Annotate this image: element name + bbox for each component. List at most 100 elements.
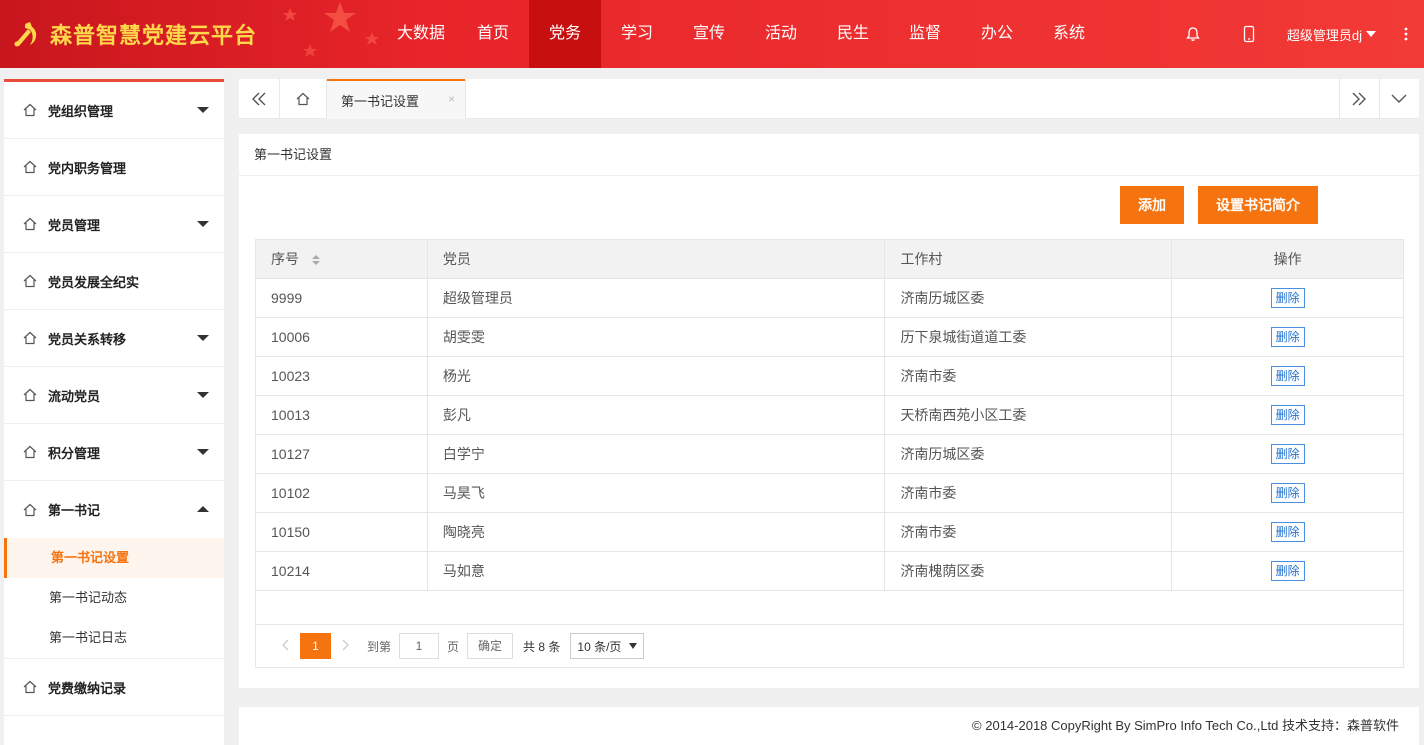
scroll-tabs-left-button[interactable]: [239, 79, 279, 119]
caret-down-icon: [197, 449, 209, 455]
cell-action: 删除: [1171, 395, 1404, 435]
home-icon: [23, 103, 37, 117]
cell-member: 超级管理员: [426, 278, 886, 318]
table-row: 10214 马如意 济南槐荫区委 删除: [255, 551, 1404, 591]
sidebar-subitem-secretary-news[interactable]: 第一书记动态: [4, 578, 224, 618]
pagination: 1 到第 页 确定 共 8 条 10 条/页: [256, 625, 1403, 667]
close-icon[interactable]: ×: [448, 92, 455, 106]
sidebar-subitem-secretary-log[interactable]: 第一书记日志: [4, 618, 224, 658]
caret-down-icon: [197, 221, 209, 227]
nav-item-home[interactable]: 首页: [457, 0, 529, 68]
delete-button[interactable]: 删除: [1270, 561, 1305, 581]
mobile-button[interactable]: [1221, 0, 1277, 68]
nav-item-supervision[interactable]: 监督: [889, 0, 961, 68]
delete-button[interactable]: 删除: [1270, 405, 1305, 425]
nav-item-activities[interactable]: 活动: [745, 0, 817, 68]
sidebar-item-label: 党员发展全纪实: [48, 274, 140, 290]
cell-id: 10013: [255, 395, 428, 435]
prev-page-button[interactable]: [270, 639, 300, 654]
sidebar-item-position-management[interactable]: 党内职务管理: [4, 139, 224, 196]
delete-button[interactable]: 删除: [1270, 483, 1305, 503]
delete-button[interactable]: 删除: [1270, 327, 1305, 347]
cell-village: 济南历城区委: [884, 434, 1173, 474]
column-header-member: 党员: [426, 239, 886, 279]
sidebar-item-points[interactable]: 积分管理: [4, 424, 224, 481]
delete-button[interactable]: 删除: [1270, 444, 1305, 464]
caret-down-icon: [197, 392, 209, 398]
page-size-select[interactable]: 10 条/页: [570, 633, 645, 659]
cell-id: 10127: [255, 434, 428, 474]
notification-button[interactable]: [1165, 0, 1221, 68]
column-header-id[interactable]: 序号: [255, 239, 428, 279]
sidebar-item-org-management[interactable]: 党组织管理: [4, 82, 224, 139]
delete-button[interactable]: 删除: [1270, 366, 1305, 386]
page-label: 页: [447, 639, 460, 654]
nav-item-publicity[interactable]: 宣传: [673, 0, 745, 68]
cell-action: 删除: [1171, 551, 1404, 591]
delete-button[interactable]: 删除: [1270, 288, 1305, 308]
sidebar-item-development-record[interactable]: 党员发展全纪实: [4, 253, 224, 310]
page-footer: © 2014-2018 CopyRight By SimPro Info Tec…: [239, 707, 1419, 745]
nav-item-livelihood[interactable]: 民生: [817, 0, 889, 68]
top-header: 森普智慧党建云平台 大数据 首页 党务 学习 宣传 活动 民生 监督 办公 系统…: [0, 0, 1424, 68]
cell-action: 删除: [1171, 317, 1404, 357]
next-page-button[interactable]: [331, 639, 361, 654]
cell-action: 删除: [1171, 278, 1404, 318]
sidebar-item-member-management[interactable]: 党员管理: [4, 196, 224, 253]
page-button-current[interactable]: 1: [300, 633, 331, 659]
sidebar-submenu: 第一书记设置 第一书记动态 第一书记日志: [4, 538, 224, 659]
sidebar-subitem-secretary-settings[interactable]: 第一书记设置: [4, 538, 224, 578]
table-footer: 1 到第 页 确定 共 8 条 10 条/页: [255, 590, 1404, 668]
nav-item-office[interactable]: 办公: [961, 0, 1033, 68]
sidebar-item-dues-record[interactable]: 党费缴纳记录: [4, 659, 224, 716]
nav-item-study[interactable]: 学习: [601, 0, 673, 68]
sort-icon[interactable]: [311, 254, 321, 266]
sidebar: 党组织管理 党内职务管理 党员管理 党员发展全纪实 党员关系转移 流动党员 积分…: [4, 79, 224, 745]
sidebar-item-relation-transfer[interactable]: 党员关系转移: [4, 310, 224, 367]
table-row: 9999 超级管理员 济南历城区委 删除: [255, 278, 1404, 318]
home-icon: [23, 388, 37, 402]
home-icon: [23, 445, 37, 459]
cell-member: 白学宁: [426, 434, 886, 474]
cell-id: 10023: [255, 356, 428, 396]
cell-village: 济南槐荫区委: [884, 551, 1173, 591]
goto-page-input[interactable]: [399, 633, 440, 659]
home-icon: [23, 274, 37, 288]
sidebar-item-label: 党组织管理: [48, 103, 114, 119]
cell-member: 陶晓亮: [426, 512, 886, 552]
more-menu-button[interactable]: [1388, 0, 1424, 68]
scroll-tabs-right-button[interactable]: [1339, 79, 1379, 119]
total-count: 共 8 条: [523, 639, 561, 654]
delete-button[interactable]: 删除: [1270, 522, 1305, 542]
nav-item-system[interactable]: 系统: [1033, 0, 1105, 68]
add-button[interactable]: 添加: [1120, 186, 1184, 224]
sidebar-item-label: 党费缴纳记录: [48, 680, 127, 696]
table-header-row: 序号 党员 工作村 操作: [255, 239, 1404, 279]
confirm-button[interactable]: 确定: [467, 633, 514, 659]
table-row: 10023 杨光 济南市委 删除: [255, 356, 1404, 396]
cell-id: 10150: [255, 512, 428, 552]
chevron-left-icon: [282, 639, 289, 650]
cell-village: 济南市委: [884, 512, 1173, 552]
goto-label: 到第: [367, 639, 392, 654]
home-icon: [23, 217, 37, 231]
cell-action: 删除: [1171, 434, 1404, 474]
sidebar-item-first-secretary[interactable]: 第一书记: [4, 481, 224, 538]
cell-member: 胡雯雯: [426, 317, 886, 357]
set-intro-button[interactable]: 设置书记简介: [1198, 186, 1318, 224]
sidebar-item-mobile-members[interactable]: 流动党员: [4, 367, 224, 424]
brand: 森普智慧党建云平台: [10, 18, 257, 50]
nav-item-bigdata[interactable]: 大数据: [385, 0, 457, 68]
tab-first-secretary-settings[interactable]: 第一书记设置 ×: [327, 79, 465, 119]
nav-item-party-affairs[interactable]: 党务: [529, 0, 601, 68]
chevron-right-icon: [342, 639, 349, 650]
cell-village: 济南市委: [884, 473, 1173, 513]
bell-icon: [1186, 27, 1200, 41]
user-menu[interactable]: 超级管理员dj: [1277, 0, 1388, 68]
home-tab-button[interactable]: [281, 79, 325, 119]
table-row: 10013 彭凡 天桥南西苑小区工委 删除: [255, 395, 1404, 435]
cell-action: 删除: [1171, 512, 1404, 552]
secretary-table: 序号 党员 工作村 操作 9999 超级管理员 济南历城区委 删除 10006 胡雯雯 历下…: [255, 239, 1404, 591]
cell-id: 10102: [255, 473, 428, 513]
tab-menu-button[interactable]: [1379, 79, 1419, 119]
